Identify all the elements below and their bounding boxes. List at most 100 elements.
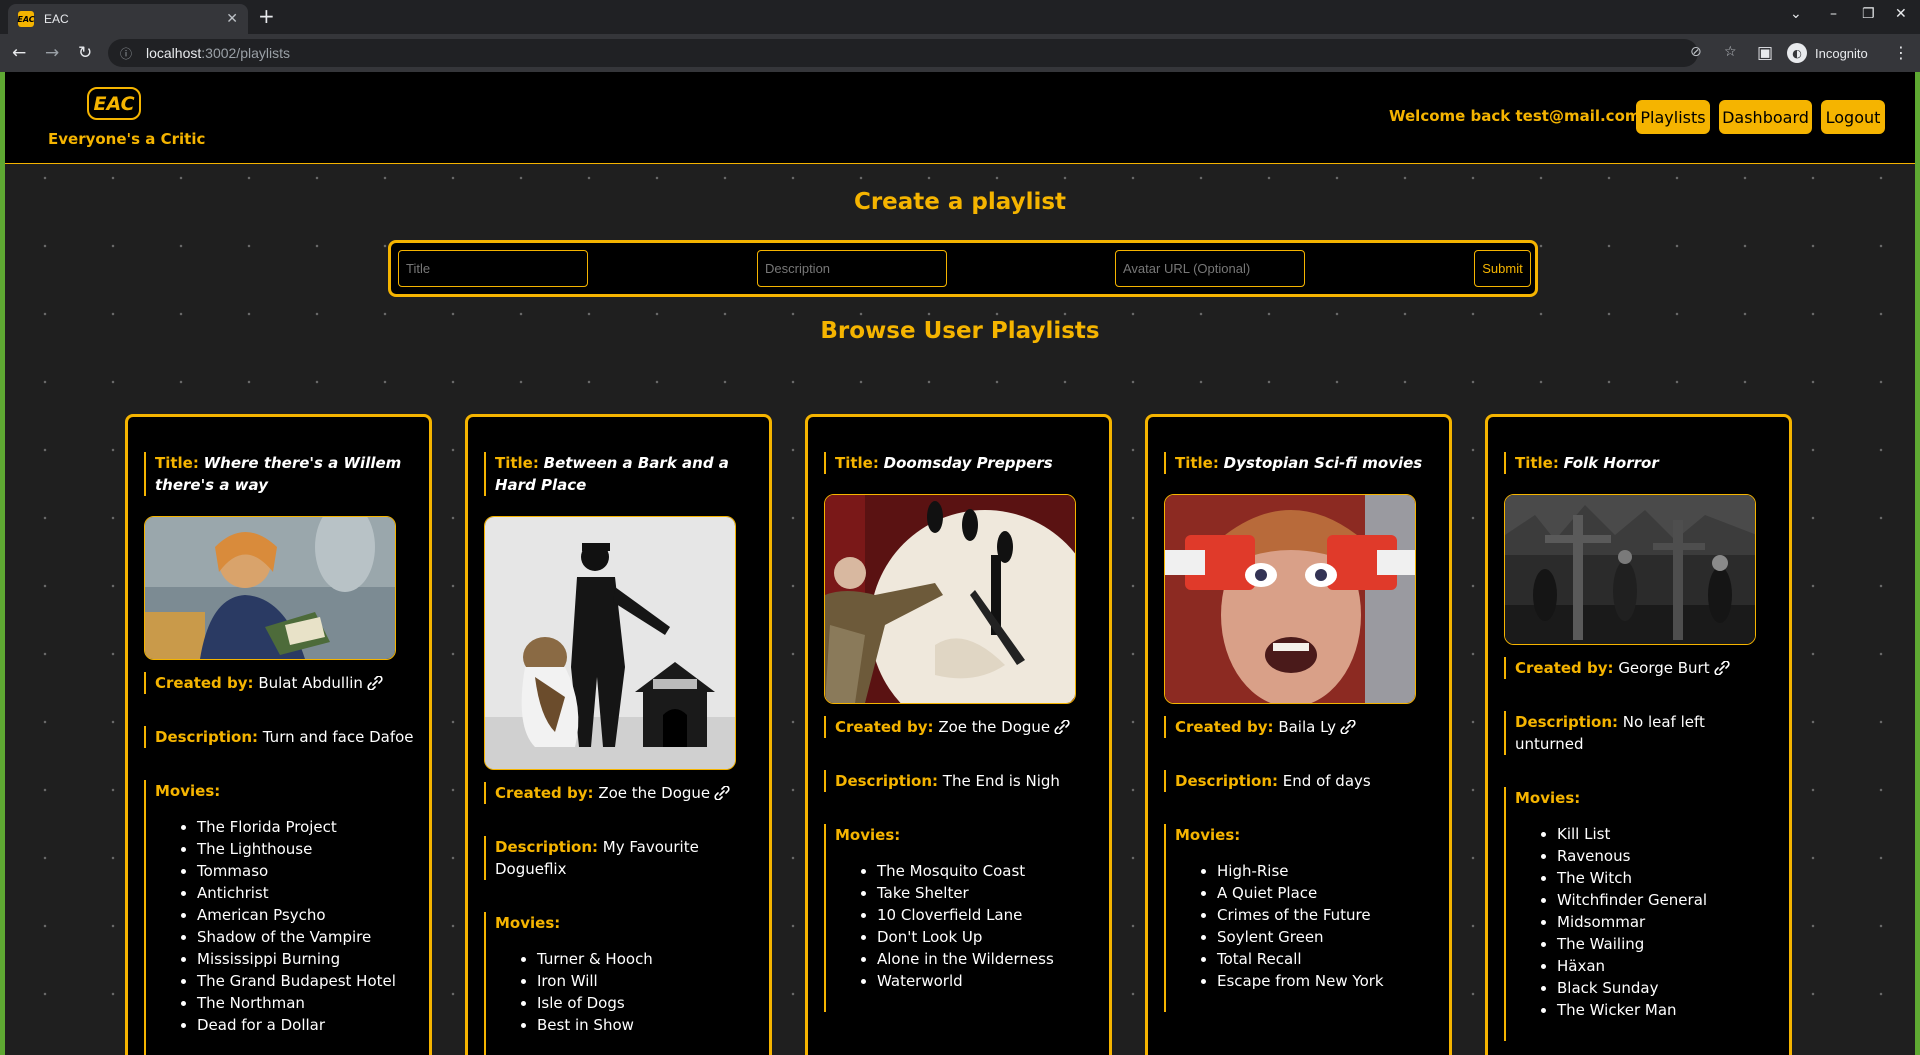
movies-section: Movies: Turner & Hooch Iron Will Isle of…: [484, 912, 755, 1055]
link-icon[interactable]: [1713, 661, 1731, 675]
playlist-creator[interactable]: Created by: Baila Ly: [1164, 716, 1435, 738]
playlist-title[interactable]: Title: Between a Bark and a Hard Place: [484, 452, 755, 496]
movie-item: Don't Look Up: [877, 926, 1095, 948]
browser-tab-strip: EAC EAC ✕ + ⌄ – ❐ ✕: [0, 0, 1920, 34]
movie-item: Midsommar: [1557, 911, 1775, 933]
playlist-creator[interactable]: Created by: Zoe the Dogue: [824, 716, 1095, 738]
playlist-title[interactable]: Title: Doomsday Preppers: [824, 452, 1095, 474]
link-icon[interactable]: [366, 676, 384, 690]
title-label: Title:: [155, 454, 199, 472]
window-close-icon[interactable]: ✕: [1895, 6, 1907, 22]
close-tab-icon[interactable]: ✕: [226, 11, 238, 27]
incognito-profile[interactable]: ◐ Incognito: [1787, 43, 1868, 63]
movies-list: High-Rise A Quiet Place Crimes of the Fu…: [1175, 860, 1435, 992]
site-info-icon[interactable]: ⓘ: [120, 45, 138, 62]
title-label: Title:: [1175, 454, 1219, 472]
incognito-icon: ◐: [1787, 43, 1807, 63]
playlist-avatar-image[interactable]: [144, 516, 396, 660]
link-icon[interactable]: [1339, 720, 1357, 734]
description-label: Description:: [155, 728, 259, 746]
description-input[interactable]: [757, 250, 947, 287]
movie-item: The Lighthouse: [197, 838, 415, 860]
movies-section: Movies: Kill List Ravenous The Witch Wit…: [1504, 787, 1775, 1041]
movie-item: Mississippi Burning: [197, 948, 415, 970]
avatar-url-input[interactable]: [1115, 250, 1305, 287]
forward-arrow-icon[interactable]: →: [45, 43, 59, 63]
created-by-label: Created by:: [1515, 659, 1614, 677]
playlist-creator[interactable]: Created by: George Burt: [1504, 657, 1775, 679]
playlist-card: Title: Folk Horror Created by: George Bu…: [1485, 414, 1792, 1055]
playlist-title-text: Folk Horror: [1563, 454, 1659, 472]
playlist-avatar-image[interactable]: [484, 516, 736, 770]
submit-button[interactable]: Submit: [1474, 250, 1531, 287]
dashboard-button[interactable]: Dashboard: [1719, 100, 1812, 134]
browser-menu-icon[interactable]: ⋮: [1893, 43, 1909, 62]
movie-item: The Wailing: [1557, 933, 1775, 955]
movie-item: Total Recall: [1217, 948, 1435, 970]
title-input[interactable]: [398, 250, 588, 287]
page-content: EAC Everyone's a Critic Welcome back tes…: [5, 72, 1915, 1055]
movie-item: Escape from New York: [1217, 970, 1435, 992]
playlist-description: Description: Turn and face Dafoe: [144, 726, 415, 748]
description-label: Description:: [835, 772, 939, 790]
movie-item: Häxan: [1557, 955, 1775, 977]
create-playlist-heading: Create a playlist: [853, 189, 1067, 215]
playlist-avatar-image[interactable]: [1164, 494, 1416, 704]
eye-off-icon[interactable]: ⊘: [1690, 44, 1702, 60]
playlist-title[interactable]: Title: Folk Horror: [1504, 452, 1775, 474]
movies-list: The Mosquito Coast Take Shelter 10 Clove…: [835, 860, 1095, 992]
created-by-label: Created by:: [495, 784, 594, 802]
logo-tagline: Everyone's a Critic: [48, 130, 206, 148]
movie-item: Isle of Dogs: [537, 992, 755, 1014]
create-playlist-form: Submit: [388, 240, 1538, 297]
link-icon[interactable]: [1053, 720, 1071, 734]
movies-label: Movies:: [1175, 826, 1241, 844]
creator-name: Bulat Abdullin: [258, 674, 363, 692]
created-by-label: Created by:: [155, 674, 254, 692]
movie-item: Alone in the Wilderness: [877, 948, 1095, 970]
back-arrow-icon[interactable]: ←: [12, 43, 26, 63]
playlist-description: Description: End of days: [1164, 770, 1435, 792]
playlists-button[interactable]: Playlists: [1636, 100, 1710, 134]
address-bar[interactable]: ⓘ localhost:3002/playlists ⊘ ☆: [108, 39, 1737, 67]
movie-item: Antichrist: [197, 882, 415, 904]
movie-item: Black Sunday: [1557, 977, 1775, 999]
title-label: Title:: [835, 454, 879, 472]
new-tab-icon[interactable]: +: [258, 6, 275, 26]
movies-label: Movies:: [155, 782, 221, 800]
restore-icon[interactable]: ❐: [1862, 6, 1875, 22]
movie-item: Witchfinder General: [1557, 889, 1775, 911]
browser-tab[interactable]: EAC EAC ✕: [8, 4, 248, 34]
movie-item: The Northman: [197, 992, 415, 1014]
playlist-avatar-image[interactable]: [824, 494, 1076, 704]
browse-playlists-heading: Browse User Playlists: [820, 318, 1100, 344]
reload-icon[interactable]: ↻: [78, 43, 92, 63]
link-icon[interactable]: [713, 786, 731, 800]
bookmark-star-icon[interactable]: ☆: [1724, 44, 1737, 60]
movie-item: Shadow of the Vampire: [197, 926, 415, 948]
eac-logo[interactable]: EAC: [87, 87, 141, 120]
movies-section: Movies: The Florida Project The Lighthou…: [144, 780, 415, 1055]
playlist-title-text: Doomsday Preppers: [883, 454, 1053, 472]
playlist-avatar-image[interactable]: [1504, 494, 1756, 645]
playlist-creator[interactable]: Created by: Zoe the Dogue: [484, 782, 755, 804]
playlist-title-text: Dystopian Sci-fi movies: [1223, 454, 1423, 472]
minimize-icon[interactable]: –: [1830, 6, 1837, 22]
creator-name: Zoe the Dogue: [598, 784, 711, 802]
movies-label: Movies:: [1515, 789, 1581, 807]
creator-name: Zoe the Dogue: [938, 718, 1051, 736]
movie-item: The Wicker Man: [1557, 999, 1775, 1021]
description-label: Description:: [1515, 713, 1619, 731]
movies-list: Turner & Hooch Iron Will Isle of Dogs Be…: [495, 948, 755, 1036]
description-label: Description:: [1175, 772, 1279, 790]
creator-name: Baila Ly: [1278, 718, 1336, 736]
playlist-creator[interactable]: Created by: Bulat Abdullin: [144, 672, 415, 694]
movie-item: Take Shelter: [877, 882, 1095, 904]
side-panel-icon[interactable]: ▣: [1757, 43, 1773, 63]
description-label: Description:: [495, 838, 599, 856]
playlist-title[interactable]: Title: Dystopian Sci-fi movies: [1164, 452, 1435, 474]
playlist-title[interactable]: Title: Where there's a Willem there's a …: [144, 452, 415, 496]
movies-section: Movies: The Mosquito Coast Take Shelter …: [824, 824, 1095, 1012]
logout-button[interactable]: Logout: [1821, 100, 1885, 134]
tab-search-chevron-icon[interactable]: ⌄: [1790, 6, 1802, 22]
